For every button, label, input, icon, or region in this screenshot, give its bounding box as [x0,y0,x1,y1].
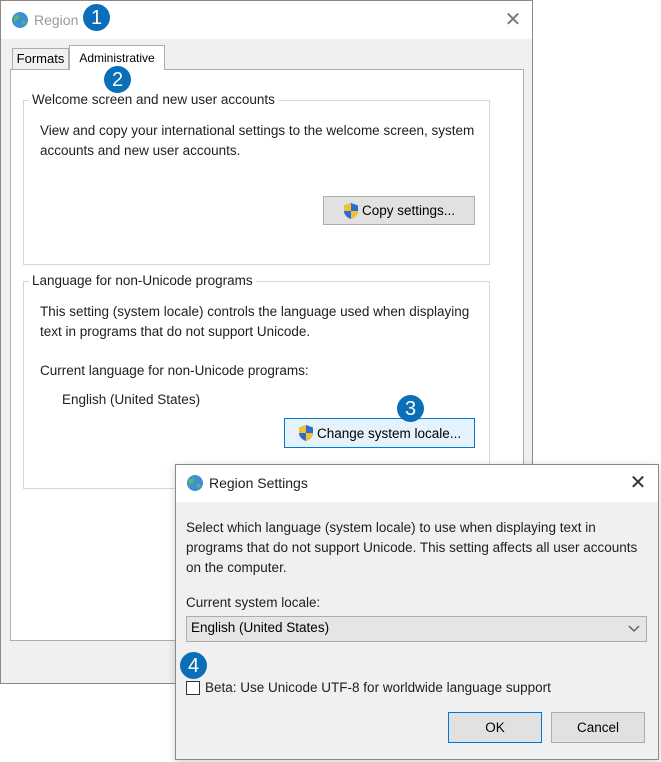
cancel-button[interactable]: Cancel [551,712,645,743]
dialog-description: Select which language (system locale) to… [186,520,638,575]
change-system-locale-button[interactable]: Change system locale... [284,418,475,448]
step-callout-2: 2 [104,66,131,93]
step-callout-3: 3 [397,395,424,422]
utf8-beta-label[interactable]: Beta: Use Unicode UTF-8 for worldwide la… [205,678,551,698]
step-callout-4: 4 [180,652,207,679]
step-callout-1: 1 [83,4,110,31]
group-legend-non-unicode: Language for non-Unicode programs [29,273,256,288]
copy-settings-label: Copy settings... [362,203,456,218]
region-titlebar[interactable]: Region ✕ [1,1,532,39]
chevron-down-icon [628,625,640,632]
dialog-titlebar[interactable]: Region Settings ✕ [176,465,658,502]
ok-button[interactable]: OK [448,712,542,743]
close-icon[interactable]: ✕ [626,472,650,494]
non-unicode-description: This setting (system locale) controls th… [40,304,470,339]
welcome-description: View and copy your international setting… [40,123,475,158]
uac-shield-icon [344,202,358,219]
system-locale-label: Current system locale: [186,595,321,610]
globe-icon [12,12,28,28]
system-locale-value: English (United States) [191,620,330,635]
globe-icon [187,475,203,491]
current-language-value: English (United States) [62,392,201,407]
dialog-title: Region Settings [209,475,308,491]
region-settings-dialog: Region Settings ✕ Select which language … [175,464,659,760]
uac-shield-icon [299,425,313,441]
system-locale-dropdown[interactable]: English (United States) [186,616,647,642]
group-legend-welcome: Welcome screen and new user accounts [29,92,278,107]
copy-settings-button[interactable]: Copy settings... [323,196,475,225]
utf8-beta-checkbox[interactable] [186,681,200,695]
tab-formats[interactable]: Formats [12,48,69,69]
current-language-label: Current language for non-Unicode program… [40,363,309,378]
change-system-locale-label: Change system locale... [317,425,462,441]
close-icon[interactable]: ✕ [501,9,525,31]
window-title: Region [34,12,79,28]
